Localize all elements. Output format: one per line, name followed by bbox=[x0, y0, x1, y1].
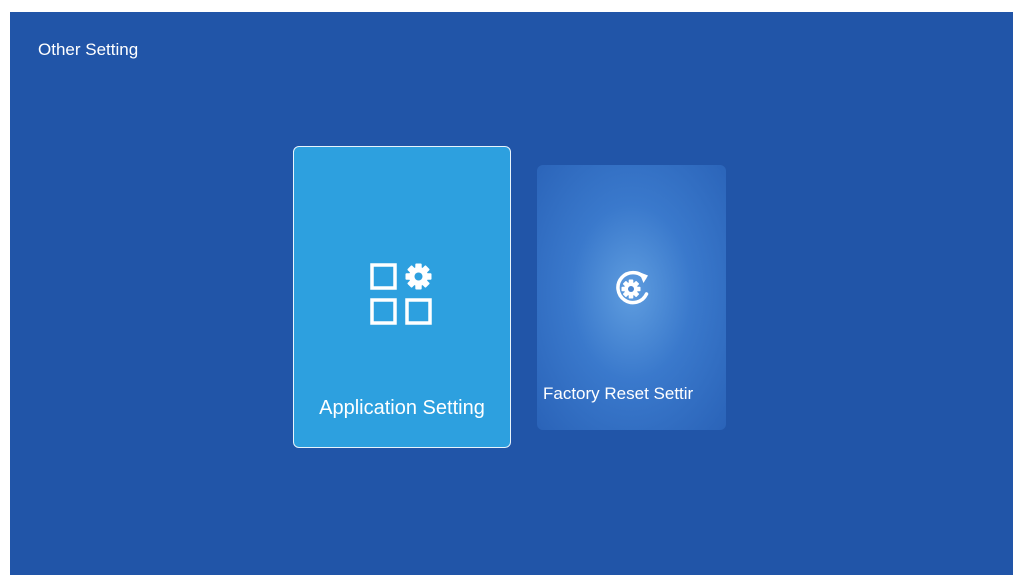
apps-gear-icon bbox=[370, 263, 432, 325]
settings-screen: Other Setting Application Setting Factor… bbox=[10, 12, 1013, 575]
application-setting-label: Application Setting bbox=[319, 397, 485, 419]
application-setting-card[interactable]: Application Setting bbox=[293, 146, 511, 448]
factory-reset-card[interactable]: Factory Reset Settir bbox=[537, 165, 726, 430]
reset-gear-icon bbox=[615, 270, 648, 305]
page-title: Other Setting bbox=[38, 40, 139, 59]
factory-reset-label: Factory Reset Settir bbox=[543, 384, 694, 403]
